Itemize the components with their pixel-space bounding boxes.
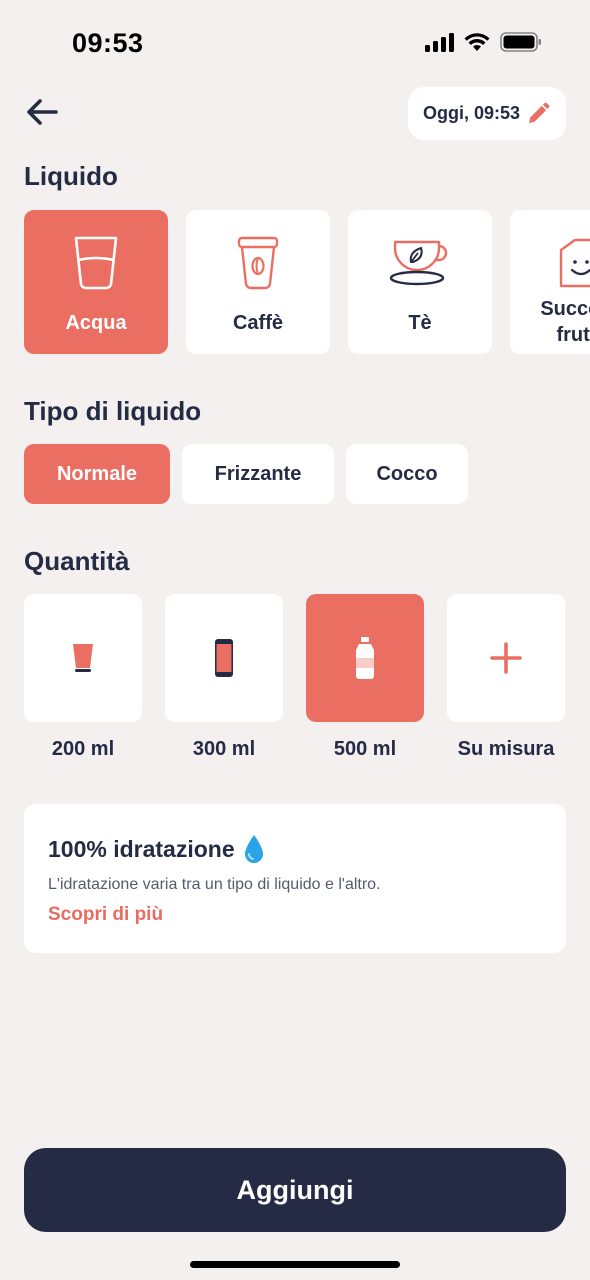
quantity-box xyxy=(24,594,142,722)
liquid-section-title: Liquido xyxy=(24,161,118,191)
quantity-options: 200 ml 300 ml 500 ml Su misura xyxy=(24,594,565,761)
quantity-box xyxy=(306,594,424,722)
liquid-option-label: Tè xyxy=(408,312,432,334)
water-drop-icon xyxy=(244,835,263,863)
pencil-icon xyxy=(529,102,550,123)
hydration-description: L'idratazione varia tra un tipo di liqui… xyxy=(48,876,381,893)
home-indicator xyxy=(190,1261,400,1268)
quantity-option-300ml[interactable]: 300 ml xyxy=(165,594,283,761)
battery-icon xyxy=(500,32,541,52)
liquid-option-label: Succo di frutta xyxy=(540,298,590,346)
quantity-section-title: Quantità xyxy=(24,546,130,576)
status-bar: 09:53 xyxy=(0,0,590,88)
bottle-icon xyxy=(356,637,374,679)
quantity-option-200ml[interactable]: 200 ml xyxy=(24,594,142,761)
type-option-cocco[interactable]: Cocco xyxy=(346,444,468,504)
glass-icon xyxy=(61,234,131,294)
hydration-info-card: 100% idratazione L'idratazione varia tra… xyxy=(24,804,566,953)
wifi-icon xyxy=(464,33,490,51)
liquid-carousel[interactable]: Acqua Caffè Tè Succ frut xyxy=(24,210,590,354)
hydration-title: 100% idratazione xyxy=(48,835,235,862)
type-option-frizzante[interactable]: Frizzante xyxy=(182,444,334,504)
liquid-option-te[interactable]: Tè xyxy=(348,210,492,354)
quantity-box xyxy=(447,594,565,722)
date-time-chip[interactable]: Oggi, 09:53 xyxy=(407,87,566,140)
plus-icon xyxy=(490,642,522,674)
liquid-option-label: Caffè xyxy=(232,312,283,334)
learn-more-link[interactable]: Scopri di più xyxy=(48,904,163,926)
type-option-normale[interactable]: Normale xyxy=(24,444,170,504)
coffee-cup-icon xyxy=(223,234,293,294)
quantity-option-500ml[interactable]: 500 ml xyxy=(306,594,424,761)
type-section-title: Tipo di liquido xyxy=(24,396,202,426)
liquid-option-acqua[interactable]: Acqua xyxy=(24,210,168,354)
quantity-box xyxy=(165,594,283,722)
juice-box-icon xyxy=(547,234,590,294)
date-time-label: Oggi, 09:53 xyxy=(422,103,520,123)
quantity-label: 500 ml xyxy=(333,738,397,760)
can-icon xyxy=(215,639,233,677)
liquid-option-succo[interactable]: Succo di frutta xyxy=(510,210,590,354)
arrow-left-icon xyxy=(27,99,58,125)
liquid-option-caffe[interactable]: Caffè xyxy=(186,210,330,354)
status-time: 09:53 xyxy=(72,28,144,58)
quantity-option-custom[interactable]: Su misura xyxy=(447,594,565,761)
quantity-label: 300 ml xyxy=(192,738,256,760)
quantity-label: 200 ml xyxy=(51,738,115,760)
hydration-title-row: 100% idratazione xyxy=(48,834,265,864)
add-button[interactable]: Aggiungi xyxy=(24,1148,566,1232)
tea-cup-icon xyxy=(385,234,455,294)
liquid-option-label: Acqua xyxy=(65,312,127,334)
status-icons xyxy=(425,32,542,52)
quantity-label: Su misura xyxy=(457,738,555,760)
back-button[interactable] xyxy=(22,92,62,132)
cellular-signal-icon xyxy=(425,32,454,52)
small-cup-icon xyxy=(73,644,93,672)
liquid-type-options: Normale Frizzante Cocco xyxy=(24,444,468,504)
